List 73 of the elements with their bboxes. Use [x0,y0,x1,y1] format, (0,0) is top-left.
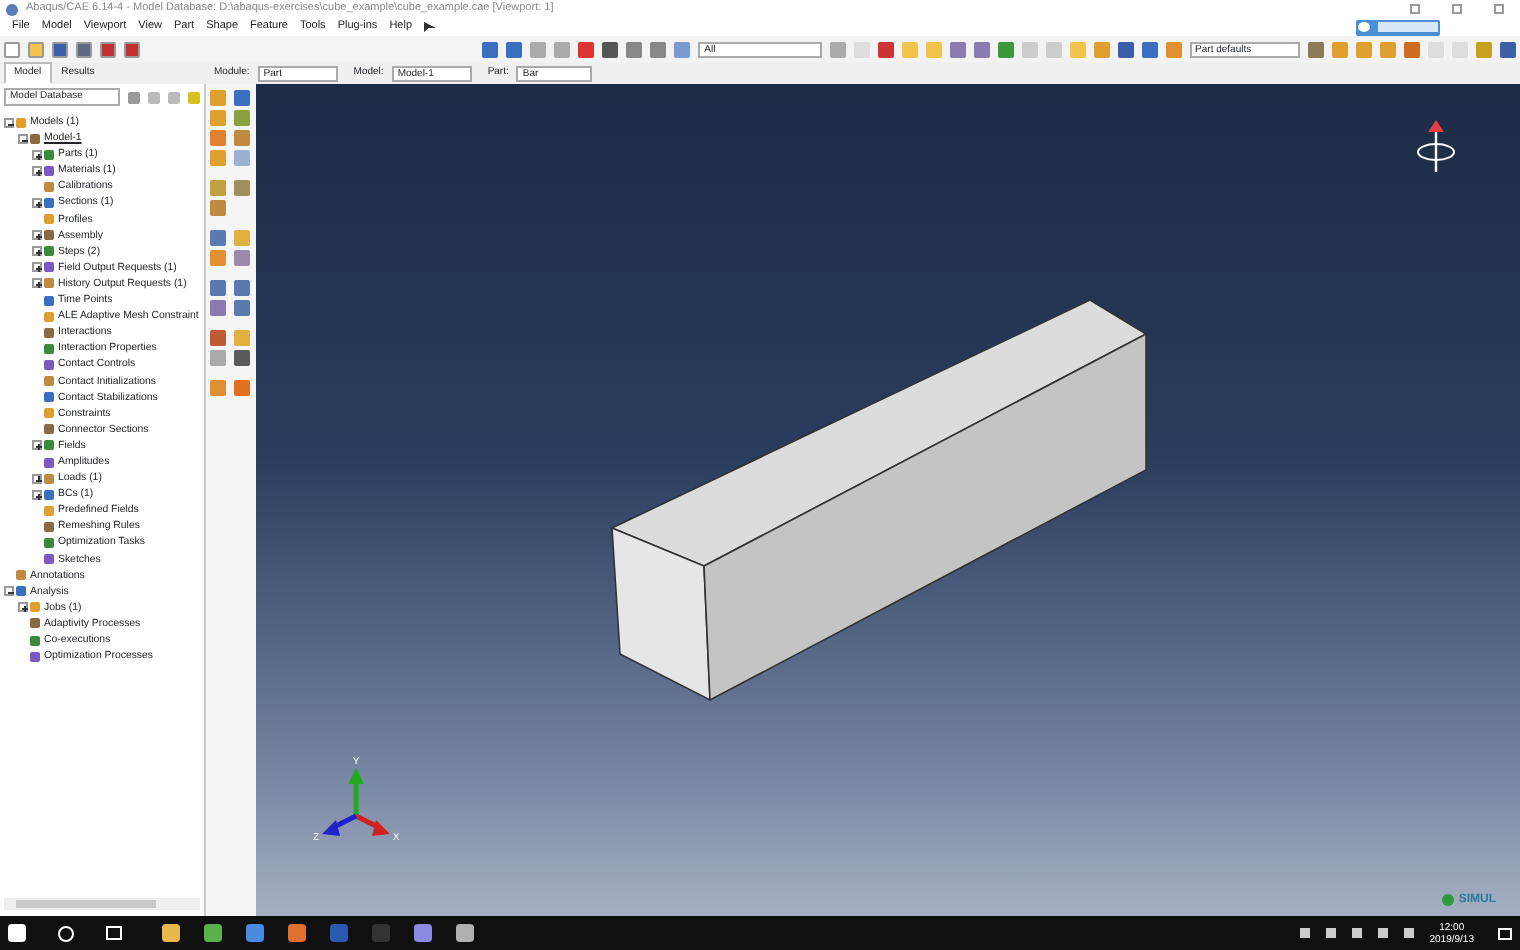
axis-triad-icon [322,768,390,836]
tray-battery-icon[interactable] [1325,928,1336,938]
tree-node-icon [30,602,40,613]
tree-node-icon [44,408,54,419]
tree-node-icon [44,230,54,241]
start-icon[interactable] [8,924,26,942]
expand-toggle[interactable] [32,489,42,500]
expand-toggle[interactable] [32,246,42,257]
tree-node-icon [30,618,40,629]
close-icon[interactable] [1494,4,1504,14]
tree-node-icon [44,262,54,273]
cloud-widget[interactable] [1356,19,1440,35]
expand-toggle[interactable] [32,473,42,484]
tree-node-icon [44,165,54,176]
task-view-icon[interactable] [106,926,122,940]
tree-node-icon [44,149,54,160]
taskbar-app-icon[interactable] [204,924,222,942]
tree-node-icon [44,278,54,289]
horizontal-scrollbar[interactable] [4,898,200,910]
expand-toggle[interactable] [32,230,42,241]
tree-node-icon [44,537,54,548]
tree-node-icon [16,117,26,128]
tree-node-icon [16,586,26,597]
app-icon [6,3,18,15]
view-compass-icon[interactable] [1417,120,1455,172]
tree-node-icon [44,311,54,322]
taskbar-app-icon[interactable] [456,924,474,942]
expand-toggle[interactable] [32,149,42,160]
taskbar-app-icon[interactable] [330,924,348,942]
help-pointer-icon[interactable] [424,22,436,32]
tree-node-icon [44,392,54,403]
tree-node-icon [44,214,54,225]
tree-node-icon [44,457,54,468]
taskbar-app-icon[interactable] [246,924,264,942]
tree-node-icon [44,424,54,435]
tree-node-icon [44,343,54,354]
tree-node-icon [44,554,54,565]
tray-wifi-icon[interactable] [1377,928,1388,938]
tree-node-icon [44,489,54,500]
tree-node-icon [44,181,54,192]
expand-toggle[interactable] [32,278,42,289]
expand-toggle[interactable] [32,165,42,176]
minimize-icon[interactable] [1410,4,1420,14]
tray-chevron-icon[interactable] [1351,928,1362,938]
taskbar-app-icon[interactable] [162,924,180,942]
tree-node-icon [44,473,54,484]
expand-toggle[interactable] [32,262,42,273]
collapse-toggle[interactable] [18,133,28,144]
expand-toggle[interactable] [32,198,42,209]
tray-network-icon[interactable] [1299,928,1310,938]
taskbar-app-icon[interactable] [288,924,306,942]
notification-icon[interactable] [1498,927,1512,939]
expand-toggle[interactable] [32,440,42,451]
tree-node-icon [44,198,54,209]
tree-node-icon [30,133,40,144]
tree-node-icon [44,521,54,532]
maximize-icon[interactable] [1452,4,1462,14]
tree-node-icon [30,651,40,662]
tree-node-icon [44,376,54,387]
tree-node-icon [44,246,54,257]
tree-node-icon [44,440,54,451]
tree-node-icon [30,635,40,646]
tree-node-icon [44,505,54,516]
tree-node-icon [44,327,54,338]
collapse-toggle[interactable] [4,586,14,597]
tray-volume-icon[interactable] [1403,928,1414,938]
tree-node-icon [44,359,54,370]
collapse-toggle[interactable] [4,117,14,128]
tree-node-icon [44,295,54,306]
tree-node-icon [16,570,26,581]
search-icon[interactable] [58,925,74,941]
expand-toggle[interactable] [18,602,28,613]
taskbar-app-icon[interactable] [414,924,432,942]
